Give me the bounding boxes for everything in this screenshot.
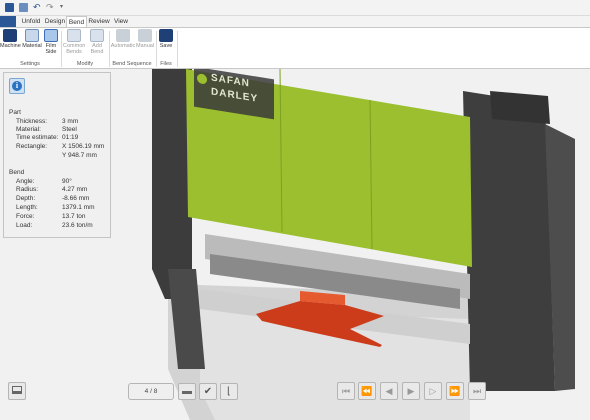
bend-label: Load:	[16, 222, 33, 229]
right-frame-top	[490, 91, 550, 124]
brand-line-2: DARLEY	[211, 86, 259, 105]
manual-icon	[138, 29, 152, 42]
bend-label: Force:	[16, 213, 35, 220]
bend-label: Depth:	[16, 195, 36, 202]
common-bends-icon	[67, 29, 81, 42]
redo-icon[interactable]: ↷	[46, 3, 55, 12]
play-button[interactable]: ▶	[402, 382, 420, 400]
panel-toggle-button[interactable]	[8, 382, 26, 400]
part-value: 01:19	[62, 134, 79, 141]
tab-review[interactable]: Review	[87, 16, 111, 27]
part-value: X 1506.19 mm	[62, 143, 105, 150]
quick-save-icon[interactable]	[19, 3, 28, 12]
confirm-button[interactable]: ✔	[199, 383, 217, 400]
group-settings-label: Settings	[20, 61, 40, 67]
tab-unfold[interactable]: Unfold	[18, 16, 44, 27]
material-icon	[25, 29, 39, 42]
ribbon-tabs: Unfold Design Bend Review View	[0, 16, 590, 27]
bend-value: -8.66 mm	[62, 195, 90, 202]
group-modify-label: Modify	[76, 61, 94, 67]
first-step-button[interactable]: ⏮	[337, 382, 355, 400]
fast-back-button[interactable]: ⏪	[358, 382, 376, 400]
film-side-button[interactable]: Film Side	[43, 29, 59, 61]
material-button[interactable]: Material	[21, 29, 43, 61]
bend-value: 23.6 ton/m	[62, 222, 93, 229]
tab-bend[interactable]: Bend	[66, 16, 87, 27]
info-icon: i	[12, 81, 22, 91]
next-step-button[interactable]: ▷	[424, 382, 442, 400]
monitor-icon	[12, 386, 22, 394]
fast-forward-button[interactable]: ⏩	[446, 382, 464, 400]
step-indicator: 4 / 8	[128, 383, 174, 400]
part-value: Steel	[62, 126, 77, 133]
part-label: Time estimate:	[16, 134, 59, 141]
film-side-icon	[44, 29, 58, 42]
customize-quick-access-icon[interactable]: ▾	[60, 3, 69, 12]
bend-value: 1379.1 mm	[62, 204, 95, 211]
part-value: Y 948.7 mm	[62, 152, 97, 159]
bend-label: Radius:	[16, 186, 39, 193]
bend-label: Angle:	[16, 178, 35, 185]
machine-button[interactable]: Machine	[0, 29, 21, 61]
part-label: Material:	[16, 126, 41, 133]
previous-step-button[interactable]: ◀	[380, 382, 398, 400]
ribbon-separator	[177, 31, 178, 67]
bend-label: Length:	[16, 204, 38, 211]
title-bar: ↶ ↷ ▾	[0, 0, 590, 16]
automatic-icon	[116, 29, 130, 42]
manual-button[interactable]: Manual	[136, 29, 154, 61]
undo-icon[interactable]: ↶	[33, 3, 42, 12]
brand-logo-icon	[197, 73, 207, 85]
right-side-frame	[463, 91, 555, 391]
add-bend-icon	[90, 29, 104, 42]
tab-design[interactable]: Design	[44, 16, 66, 27]
part-label: Thickness:	[16, 118, 48, 125]
bend-section-title: Bend	[9, 169, 25, 176]
3d-viewport[interactable]: SAFAN DARLEY i Part Thickness: 3 mm Mate…	[0, 69, 590, 420]
group-files-label: Files	[160, 61, 172, 67]
automatic-button[interactable]: Automatic	[110, 29, 136, 61]
part-section-title: Part	[9, 109, 21, 116]
corner-tool-button[interactable]: ⌊	[220, 383, 238, 400]
tab-view[interactable]: View	[111, 16, 131, 27]
minus-button[interactable]: ▬	[178, 383, 196, 400]
left-side-frame	[152, 69, 192, 299]
bend-value: 4.27 mm	[62, 186, 88, 193]
bend-value: 90°	[62, 178, 72, 185]
last-step-button[interactable]: ⏭	[468, 382, 486, 400]
group-bend-sequence-label: Bend Sequence	[112, 61, 152, 67]
save-button[interactable]: Save	[158, 29, 174, 61]
common-bends-button[interactable]: Common Bends	[63, 29, 85, 61]
bend-value: 13.7 ton	[62, 213, 86, 220]
machine-icon	[3, 29, 17, 42]
info-button[interactable]: i	[9, 78, 25, 94]
tab-file[interactable]	[0, 16, 16, 27]
save-icon	[159, 29, 173, 42]
part-value: 3 mm	[62, 118, 79, 125]
ribbon: Machine Material Film Side Settings Comm…	[0, 27, 590, 69]
add-bend-button[interactable]: Add Bend	[87, 29, 107, 61]
part-label: Rectangle:	[16, 143, 48, 150]
info-panel: i Part Thickness: 3 mm Material: Steel T…	[3, 72, 111, 238]
app-logo-icon	[5, 3, 14, 12]
